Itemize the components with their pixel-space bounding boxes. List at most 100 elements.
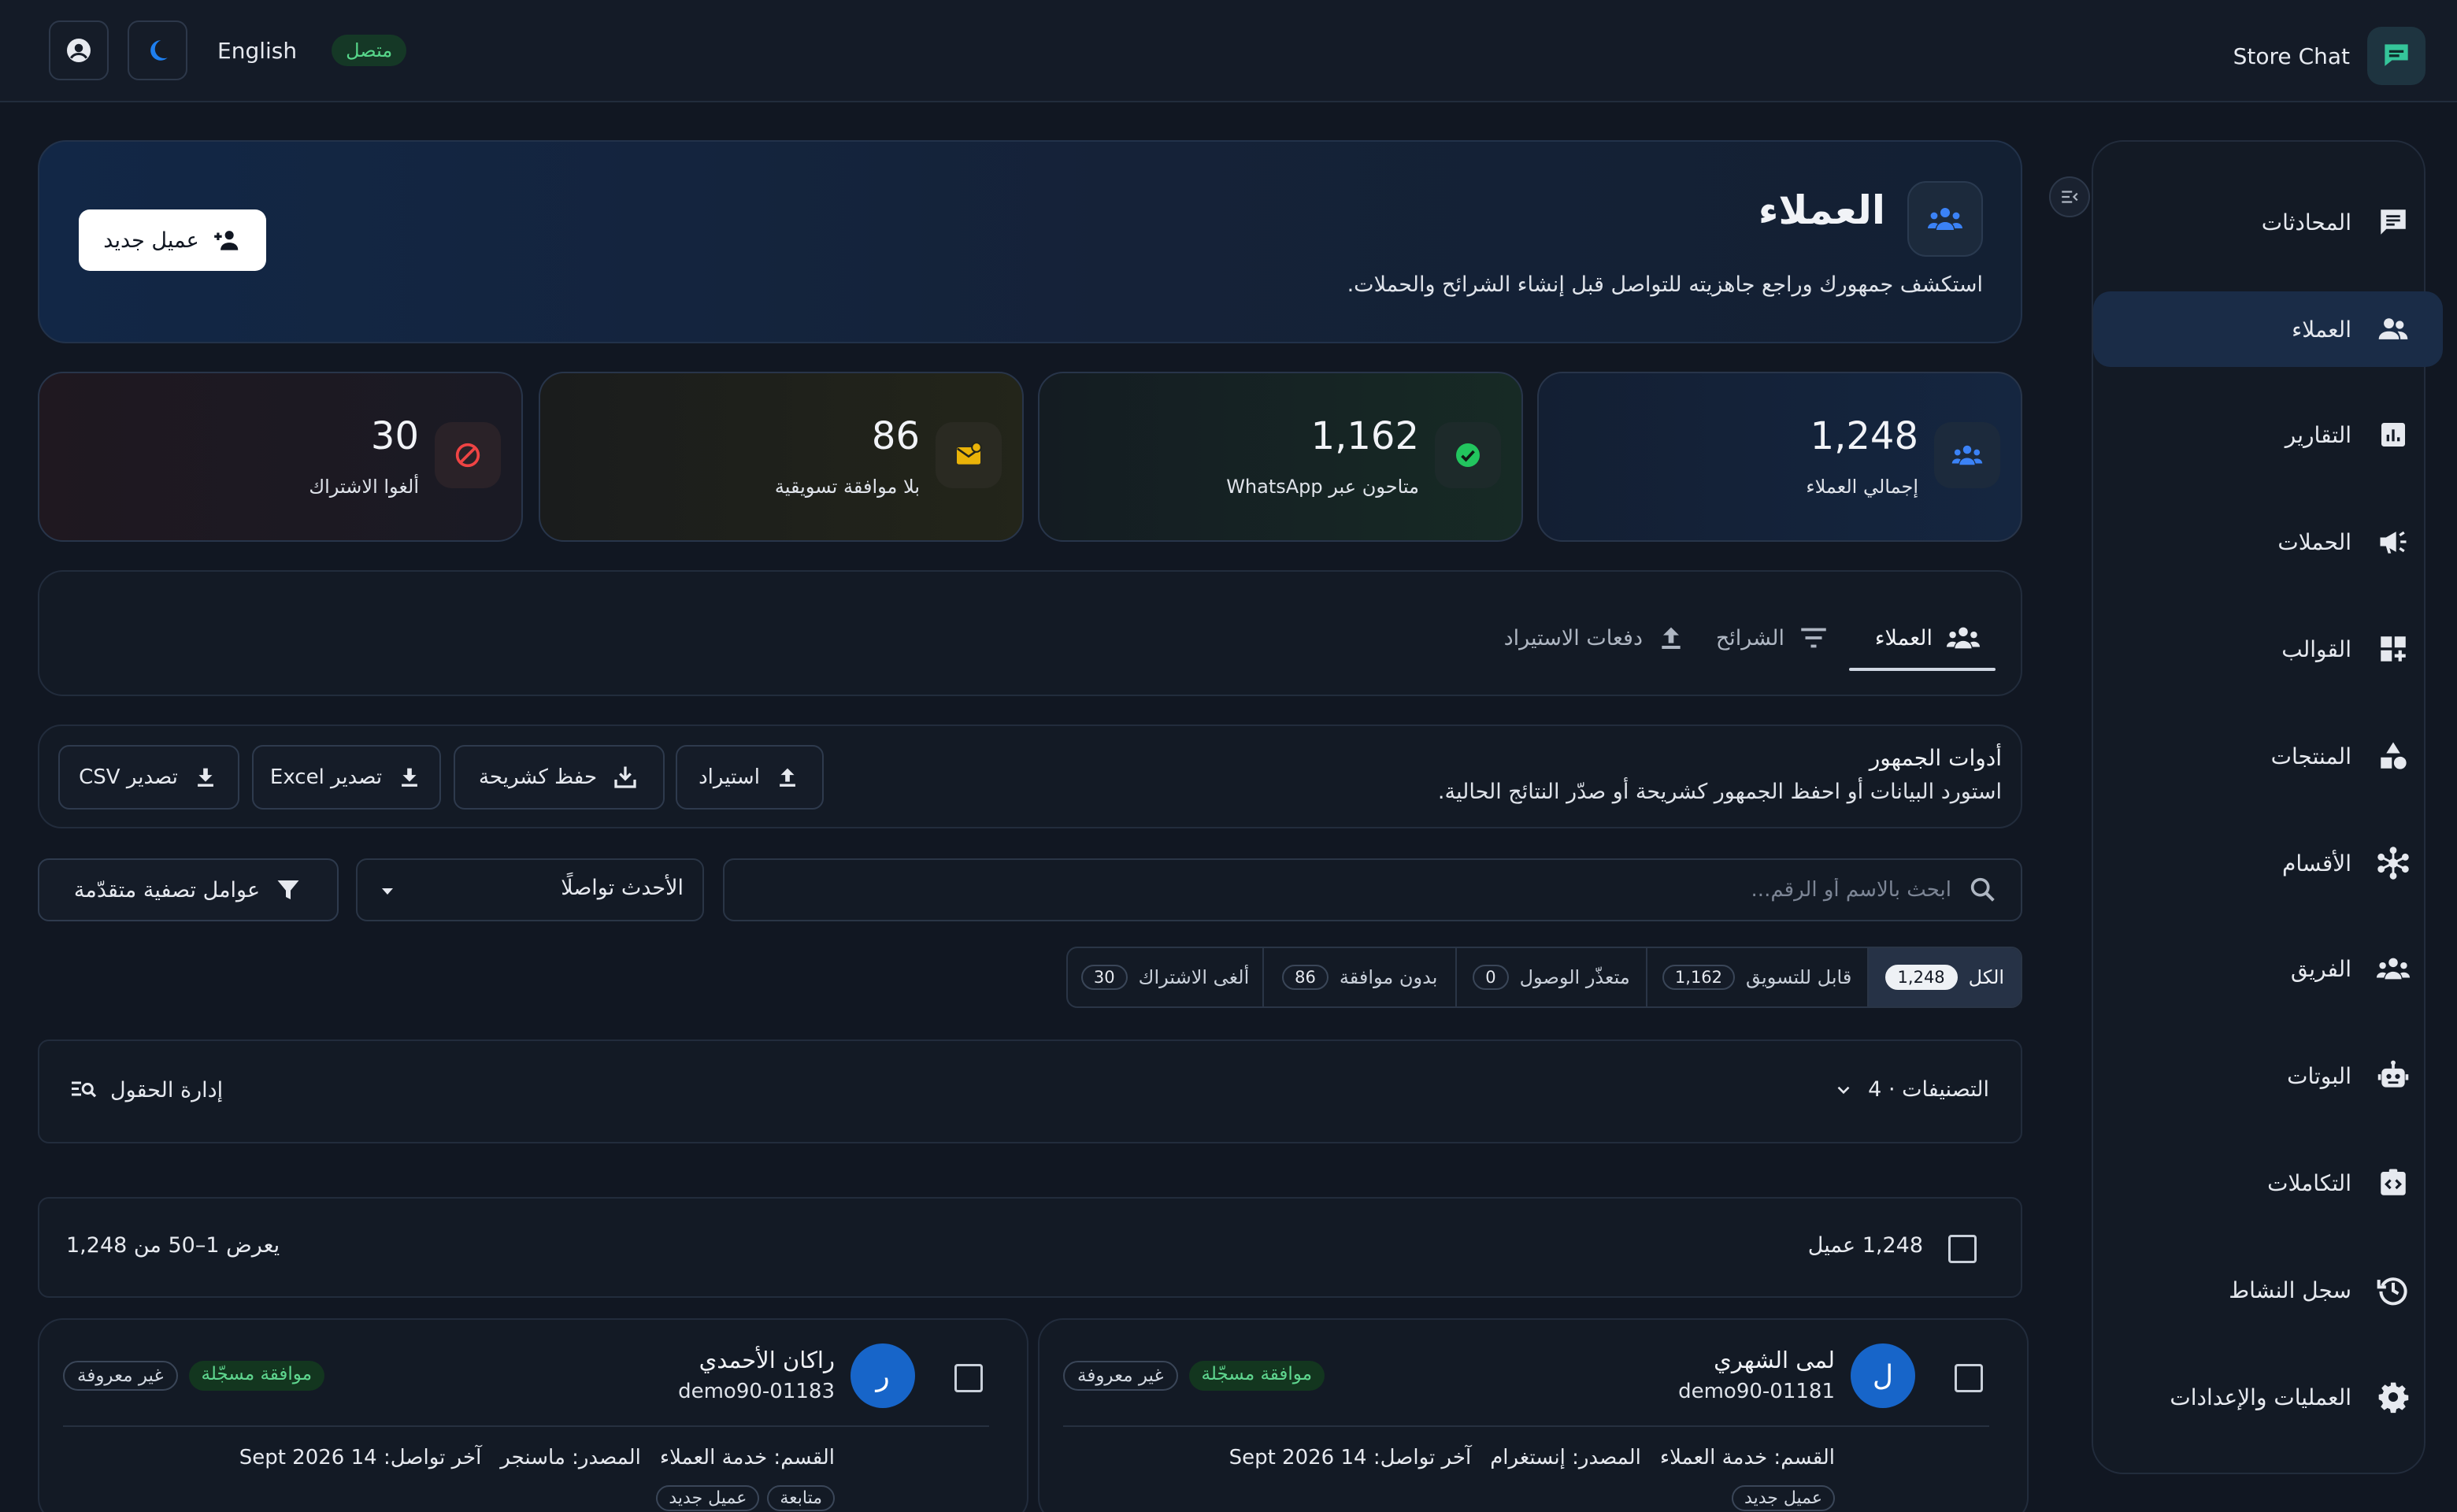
sidebar-item-conversations[interactable]: المحادثات: [2093, 184, 2443, 260]
team-icon: [2375, 951, 2411, 987]
sidebar-item-campaigns[interactable]: الحملات: [2093, 504, 2443, 580]
sidebar-item-bots[interactable]: البوتات: [2093, 1038, 2443, 1114]
save-as-segment-label: حفظ كشريحة: [478, 765, 598, 789]
shapes-icon: [2375, 738, 2411, 774]
filter-label: ألغى الاشتراك: [1138, 966, 1250, 988]
stat-label: إجمالي العملاء: [1806, 476, 1918, 498]
people-icon: [1946, 627, 1981, 649]
sidebar-item-integrations[interactable]: التكاملات: [2093, 1145, 2443, 1221]
chevron-down-icon: [1837, 1086, 1850, 1094]
theme-toggle-button[interactable]: [128, 20, 187, 80]
customer-tag: متابعة: [767, 1485, 835, 1511]
audience-tools-title: أدوات الجمهور: [1869, 745, 2002, 771]
consent-badge: موافقة مسجّلة: [188, 1361, 325, 1391]
sidebar-item-activity-log[interactable]: سجل النشاط: [2093, 1252, 2443, 1328]
filter-label: قابل للتسويق: [1746, 966, 1852, 988]
page-header-card: العملاء استكشف جمهورك وراجع جاهزيته للتو…: [38, 140, 2022, 343]
upload-icon: [1662, 627, 1681, 649]
filter-label: الكل: [1968, 966, 2005, 988]
mail-lock-icon: [936, 422, 1002, 488]
customer-department: القسم: خدمة العملاء: [659, 1446, 835, 1469]
customer-source: المصدر: إنستغرام: [1490, 1446, 1641, 1469]
tab-customers[interactable]: العملاء: [1875, 606, 1981, 669]
sidebar-item-customers[interactable]: العملاء: [2093, 291, 2443, 367]
customer-id: demo90-01183: [678, 1380, 835, 1403]
customer-tags: متابعة عميل جديد: [656, 1485, 835, 1511]
filter-no-consent[interactable]: بدون موافقة 86: [1262, 948, 1455, 1006]
categories-label: التصنيفات · 4: [1868, 1077, 1989, 1102]
tab-import-batches[interactable]: دفعات الاستيراد: [1504, 606, 1687, 669]
import-label: استيراد: [699, 765, 760, 789]
filter-lines-icon: [1801, 628, 1826, 648]
active-tab-indicator: [1849, 668, 1996, 671]
categories-toggle[interactable]: التصنيفات · 4: [1833, 1077, 1989, 1102]
filter-marketable[interactable]: قابل للتسويق 1,162: [1645, 948, 1867, 1006]
filter-unreachable[interactable]: متعذّر الوصول 0: [1455, 948, 1645, 1006]
tab-segments[interactable]: الشرائح: [1716, 606, 1830, 669]
customer-badges: غير معروفة موافقة مسجّلة: [63, 1361, 325, 1391]
divider: [63, 1425, 989, 1427]
advanced-filters-button[interactable]: عوامل تصفية متقدّمة: [38, 858, 339, 921]
upload-icon: [780, 768, 795, 787]
sidebar-item-label: المنتجات: [2270, 743, 2351, 769]
customer-id: demo90-01181: [1678, 1380, 1835, 1403]
customer-meta: القسم: خدمة العملاء المصدر: ماسنجر آخر ت…: [239, 1446, 835, 1469]
sidebar-item-products[interactable]: المنتجات: [2093, 718, 2443, 794]
filter-count-badge: 0: [1473, 965, 1509, 990]
manage-fields-button[interactable]: إدارة الحقول: [69, 1076, 223, 1104]
pagination-range: يعرض 1–50 من 1,248: [66, 1233, 280, 1258]
collapse-menu-icon: [2062, 191, 2078, 203]
sidebar-item-team[interactable]: الفريق: [2093, 931, 2443, 1006]
language-switch[interactable]: English: [217, 38, 297, 64]
customer-name[interactable]: راكان الأحمدي: [699, 1347, 835, 1373]
customer-count: 1,248 عميل: [1807, 1233, 1923, 1258]
customer-list-header: 1,248 عميل يعرض 1–50 من 1,248: [38, 1197, 2022, 1298]
export-excel-button[interactable]: تصدير Excel: [252, 745, 441, 810]
sidebar-item-operations-settings[interactable]: العمليات والإعدادات: [2093, 1359, 2443, 1435]
consent-badge: موافقة مسجّلة: [1188, 1361, 1325, 1391]
search-input[interactable]: [770, 860, 1951, 920]
customer-card[interactable]: ل لمى الشهري demo90-01181 غير معروفة موا…: [1038, 1318, 2029, 1512]
export-excel-label: تصدير Excel: [269, 765, 383, 789]
page-title: العملاء: [1758, 187, 1885, 233]
sort-select[interactable]: الأحدث تواصلًا: [356, 858, 704, 921]
sidebar-item-reports[interactable]: التقارير: [2093, 397, 2443, 472]
avatar: ر: [850, 1343, 915, 1408]
integration-icon: [2375, 1165, 2411, 1201]
customer-last-contact: آخر تواصل: 14 Sept 2026: [1228, 1446, 1472, 1469]
brand[interactable]: Store Chat: [2233, 27, 2426, 85]
customer-checkbox[interactable]: [1955, 1364, 1983, 1392]
report-icon: [2375, 417, 2411, 453]
customer-name[interactable]: لمى الشهري: [1714, 1347, 1835, 1373]
sidebar-item-label: المحادثات: [2261, 209, 2351, 235]
download-tray-icon: [614, 766, 636, 788]
add-person-icon: [213, 231, 238, 250]
customer-card[interactable]: ر راكان الأحمدي demo90-01183 غير معروفة …: [38, 1318, 1028, 1512]
sidebar-collapse-button[interactable]: [2049, 176, 2090, 217]
divider: [1063, 1425, 1989, 1427]
select-all-checkbox[interactable]: [1948, 1235, 1977, 1263]
top-bar: Store Chat English متصل: [0, 0, 2457, 102]
store-chat-logo-icon: [2367, 27, 2426, 85]
import-button[interactable]: استيراد: [676, 745, 824, 810]
hub-icon: [2375, 845, 2411, 881]
brand-name: Store Chat: [2233, 43, 2350, 69]
filter-count-badge: 1,162: [1662, 965, 1736, 990]
customer-checkbox[interactable]: [954, 1364, 983, 1392]
sidebar-item-label: سجل النشاط: [2229, 1277, 2351, 1303]
filter-count-badge: 30: [1080, 965, 1128, 990]
sidebar-item-templates[interactable]: القوالب: [2093, 611, 2443, 687]
sidebar-item-departments[interactable]: الأقسام: [2093, 825, 2443, 901]
sidebar-item-label: التكاملات: [2267, 1169, 2351, 1196]
stat-value: 1,248: [1810, 414, 1918, 458]
new-customer-button[interactable]: عميل جديد: [79, 209, 266, 271]
stat-card-no-marketing-consent: 86 بلا موافقة تسويقية: [539, 372, 1024, 542]
save-as-segment-button[interactable]: حفظ كشريحة: [454, 745, 665, 810]
sidebar-item-label: العملاء: [2292, 316, 2351, 343]
filter-all[interactable]: الكل 1,248: [1866, 948, 2021, 1006]
stat-label: متاحون عبر WhatsApp: [1226, 476, 1419, 498]
export-csv-button[interactable]: تصدير CSV: [58, 745, 239, 810]
account-button[interactable]: [49, 20, 109, 80]
stat-label: ألغوا الاشتراك: [309, 476, 419, 498]
filter-unsubscribed[interactable]: ألغى الاشتراك 30: [1068, 948, 1262, 1006]
